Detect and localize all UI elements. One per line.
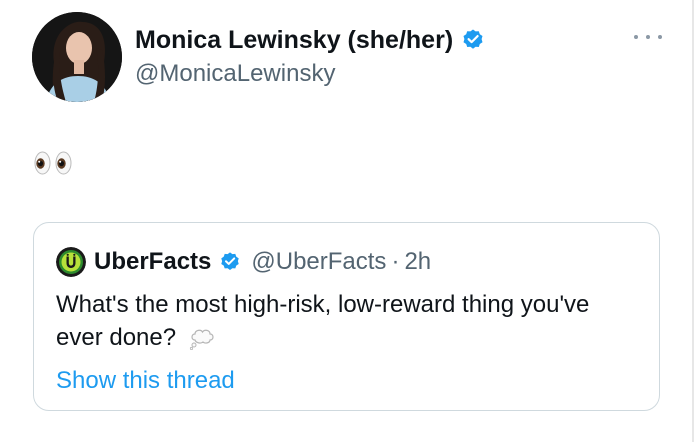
avatar-photo-icon xyxy=(32,12,122,102)
quoted-verified-badge-icon xyxy=(221,252,240,270)
quoted-handle[interactable]: @UberFacts xyxy=(251,247,386,277)
author-display-name-row[interactable]: Monica Lewinsky (she/her) xyxy=(135,24,485,56)
eyes-emoji-icon xyxy=(34,151,72,175)
tweet-text xyxy=(34,143,72,179)
eye-right-icon xyxy=(55,151,72,175)
quoted-tweet-text-block: What's the most high-risk, low-reward th… xyxy=(56,288,616,354)
quoted-tweet-text: What's the most high-risk, low-reward th… xyxy=(56,291,590,351)
quoted-separator: · xyxy=(391,248,400,275)
author-avatar[interactable] xyxy=(32,12,122,102)
eye-left-icon xyxy=(34,151,51,175)
more-options-icon[interactable] xyxy=(634,30,662,44)
tweet-card[interactable]: Monica Lewinsky (she/her) @MonicaLewinsk… xyxy=(0,0,694,442)
quoted-tweet-header: UberFacts @UberFacts · 2h xyxy=(56,247,431,277)
quoted-display-name[interactable]: UberFacts xyxy=(94,247,211,277)
quoted-tweet[interactable]: UberFacts @UberFacts · 2h What's the mos… xyxy=(33,222,660,411)
thought-balloon-icon xyxy=(189,329,214,350)
show-this-thread-link[interactable]: Show this thread xyxy=(56,366,235,396)
author-handle[interactable]: @MonicaLewinsky xyxy=(135,59,335,89)
verified-badge-icon xyxy=(463,29,483,49)
more-dot xyxy=(646,35,650,39)
uberfacts-logo-icon[interactable] xyxy=(56,247,86,277)
quoted-timestamp[interactable]: 2h xyxy=(404,247,431,277)
more-dot xyxy=(634,35,638,39)
more-dot xyxy=(658,35,662,39)
author-display-name[interactable]: Monica Lewinsky (she/her) xyxy=(135,24,453,56)
